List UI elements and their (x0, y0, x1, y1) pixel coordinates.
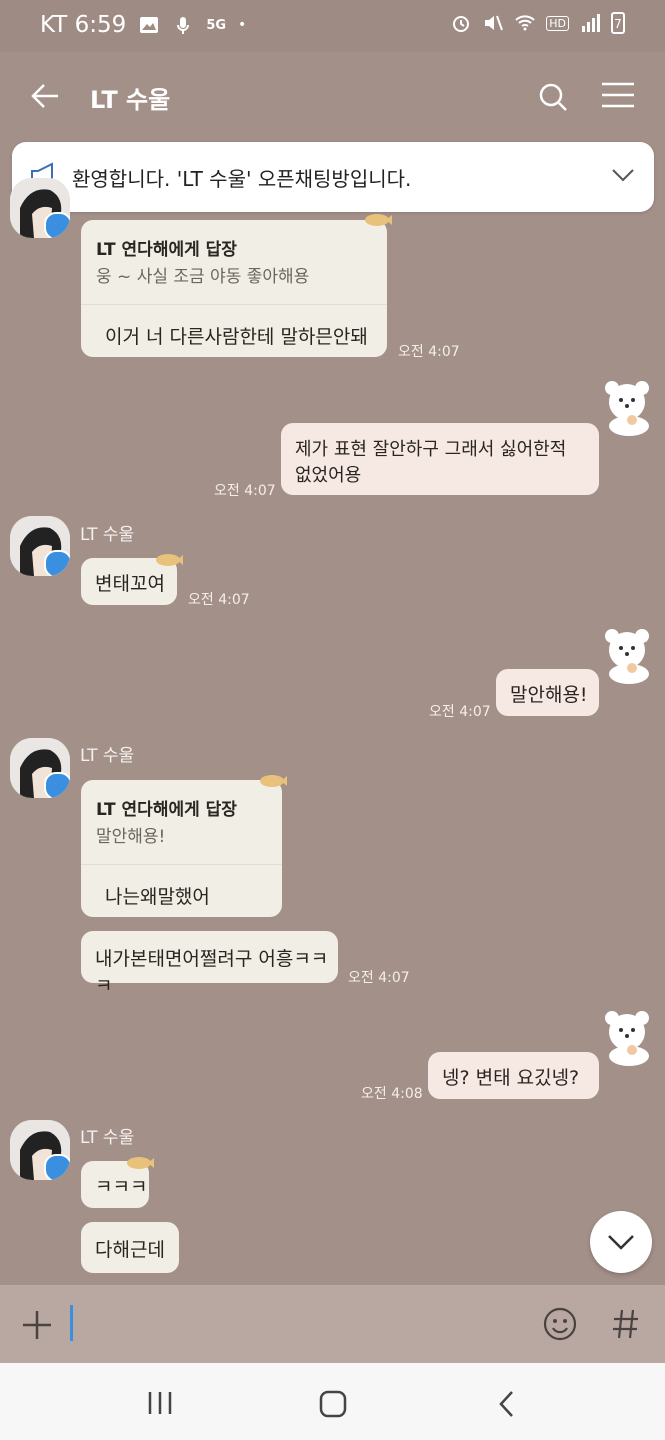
hd-icon: HD (546, 15, 569, 31)
mute-icon (485, 15, 504, 31)
fish-bread-icon (127, 1157, 154, 1169)
message-bubble[interactable]: 내가본태면어쩔려구 어흥ㅋㅋㅋ (81, 931, 338, 997)
message-text: 나는왜말했어 (105, 886, 210, 908)
reply-message-bubble[interactable]: LT 연다해에게 답장 웅 ~ 사실 조금 야동 좋아해용 이거 너 다른사람한… (81, 220, 387, 357)
mic-icon (177, 17, 190, 34)
message-text: 변태꼬여 (95, 573, 165, 595)
avatar[interactable] (10, 178, 70, 238)
crown-badge-icon (44, 212, 70, 238)
timestamp: 오전 4:07 (348, 970, 410, 986)
battery-icon: 7 (611, 12, 625, 34)
timestamp: 오전 4:07 (188, 592, 250, 608)
reply-title: LT 연다해에게 답장 (96, 800, 237, 820)
sender-name: LT 수울 (80, 746, 135, 766)
message-text: 다해근데 (95, 1239, 165, 1261)
bear-icon (605, 381, 649, 436)
sender-name: LT 수울 (80, 525, 135, 545)
scroll-down-button[interactable] (590, 1211, 652, 1273)
message-text: 이거 너 다른사람한테 말하믄안돼 (105, 326, 368, 348)
timestamp: 오전 4:07 (398, 344, 460, 360)
status-right: HD 7 (450, 12, 625, 34)
fish-bread-icon (365, 214, 392, 226)
chevron-down-icon[interactable] (612, 169, 634, 183)
reply-title: LT 연다해에게 답장 (96, 240, 237, 260)
avatar[interactable] (10, 738, 70, 798)
bear-icon (605, 1011, 649, 1066)
system-nav-bar (0, 1363, 665, 1440)
status-left: KT 6:59 5G • (40, 12, 246, 38)
timestamp: 오전 4:07 (214, 483, 276, 499)
home-icon[interactable] (319, 1390, 347, 1418)
search-icon[interactable] (538, 82, 568, 112)
avatar[interactable] (10, 1120, 70, 1180)
carrier-time: KT 6:59 (40, 12, 127, 38)
my-message-bubble[interactable]: 제가 표현 잘안하구 그래서 싫어한적 없었어용 (281, 423, 599, 495)
message-text-line2: 없었어용 (295, 465, 362, 486)
dot-indicator: • (238, 17, 247, 33)
wifi-icon (515, 15, 535, 31)
my-message-bubble[interactable]: 말안해용! (496, 669, 599, 716)
signal-icon (582, 14, 600, 32)
timestamp: 오전 4:08 (361, 1086, 423, 1102)
reply-message-bubble[interactable]: LT 연다해에게 답장 말안해용! 나는왜말했어 (81, 780, 282, 917)
chat-header: LT 수울 (0, 52, 665, 140)
message-text: 넹? 변태 요깄넹? (442, 1067, 580, 1089)
sender-name: LT 수울 (80, 1128, 135, 1148)
network-type: 5G (206, 17, 227, 33)
bear-icon (605, 629, 649, 684)
alarm-icon (453, 16, 470, 32)
text-cursor[interactable] (70, 1305, 73, 1341)
notice-banner[interactable]: 환영합니다. 'LT 수울' 오픈채팅방입니다. (12, 142, 654, 212)
emoji-icon[interactable] (543, 1307, 577, 1341)
chat-title: LT 수울 (90, 86, 171, 114)
my-message-bubble[interactable]: 넹? 변태 요깄넹? (428, 1052, 599, 1099)
reply-quote: 웅 ~ 사실 조금 야동 좋아해용 (96, 267, 310, 287)
chevron-down-icon (608, 1235, 634, 1250)
back-arrow-icon[interactable] (30, 82, 60, 110)
status-bar: KT 6:59 5G • HD 7 (0, 0, 665, 52)
message-text: 내가본태면어쩔려구 어흥ㅋㅋㅋ (95, 948, 329, 997)
fish-bread-icon (260, 775, 287, 787)
crown-badge-icon (44, 1154, 70, 1180)
message-text: ㅋㅋㅋ (95, 1176, 148, 1198)
bear-avatar (602, 1008, 656, 1066)
menu-icon[interactable] (601, 82, 635, 108)
fish-bread-icon (156, 554, 183, 566)
input-bar (0, 1285, 665, 1363)
timestamp: 오전 4:07 (429, 704, 491, 720)
crown-badge-icon (44, 550, 70, 576)
notice-text: 환영합니다. 'LT 수울' 오픈채팅방입니다. (72, 167, 412, 191)
bear-avatar (602, 378, 656, 436)
reply-quote: 말안해용! (96, 827, 166, 847)
reply-divider (81, 304, 387, 305)
plus-icon[interactable] (22, 1310, 52, 1340)
message-bubble[interactable]: 다해근데 (81, 1222, 179, 1273)
message-text-line1: 제가 표현 잘안하구 그래서 싫어한적 (295, 439, 567, 460)
back-icon[interactable] (498, 1390, 514, 1418)
reply-divider (81, 864, 282, 865)
avatar[interactable] (10, 516, 70, 576)
recent-apps-icon[interactable] (147, 1391, 173, 1415)
gallery-icon (140, 17, 159, 33)
hashtag-icon[interactable] (612, 1308, 640, 1340)
crown-badge-icon (44, 772, 70, 798)
bear-avatar (602, 626, 656, 684)
message-text: 말안해용! (510, 684, 588, 706)
